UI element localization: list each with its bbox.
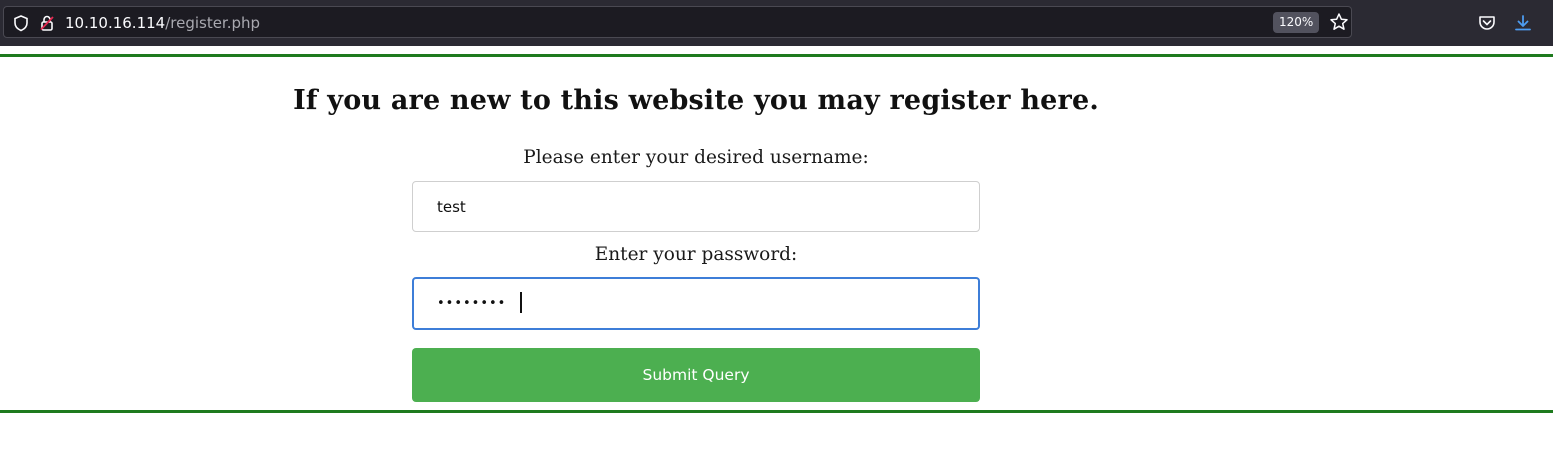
pocket-icon[interactable] — [1477, 13, 1497, 33]
submit-button[interactable]: Submit Query — [412, 348, 980, 402]
shield-icon[interactable] — [12, 14, 30, 32]
password-input[interactable] — [412, 277, 980, 330]
url-host: 10.10.16.114 — [65, 14, 166, 32]
download-icon[interactable] — [1513, 13, 1533, 33]
text-caret — [520, 292, 522, 313]
url-text[interactable]: 10.10.16.114/register.php — [65, 14, 260, 32]
username-label: Please enter your desired username: — [523, 147, 869, 168]
address-bar[interactable]: 10.10.16.114/register.php 120% — [3, 6, 1352, 38]
page-heading: If you are new to this website you may r… — [293, 85, 1099, 116]
bottom-divider — [0, 410, 1553, 413]
lock-icon[interactable] — [38, 14, 56, 32]
browser-toolbar: 10.10.16.114/register.php 120% — [0, 0, 1553, 46]
zoom-level-badge[interactable]: 120% — [1273, 12, 1320, 33]
password-label: Enter your password: — [594, 244, 798, 265]
url-path: /register.php — [165, 14, 261, 32]
top-divider — [0, 54, 1553, 57]
username-input[interactable] — [412, 181, 980, 232]
star-icon[interactable] — [1329, 12, 1349, 32]
